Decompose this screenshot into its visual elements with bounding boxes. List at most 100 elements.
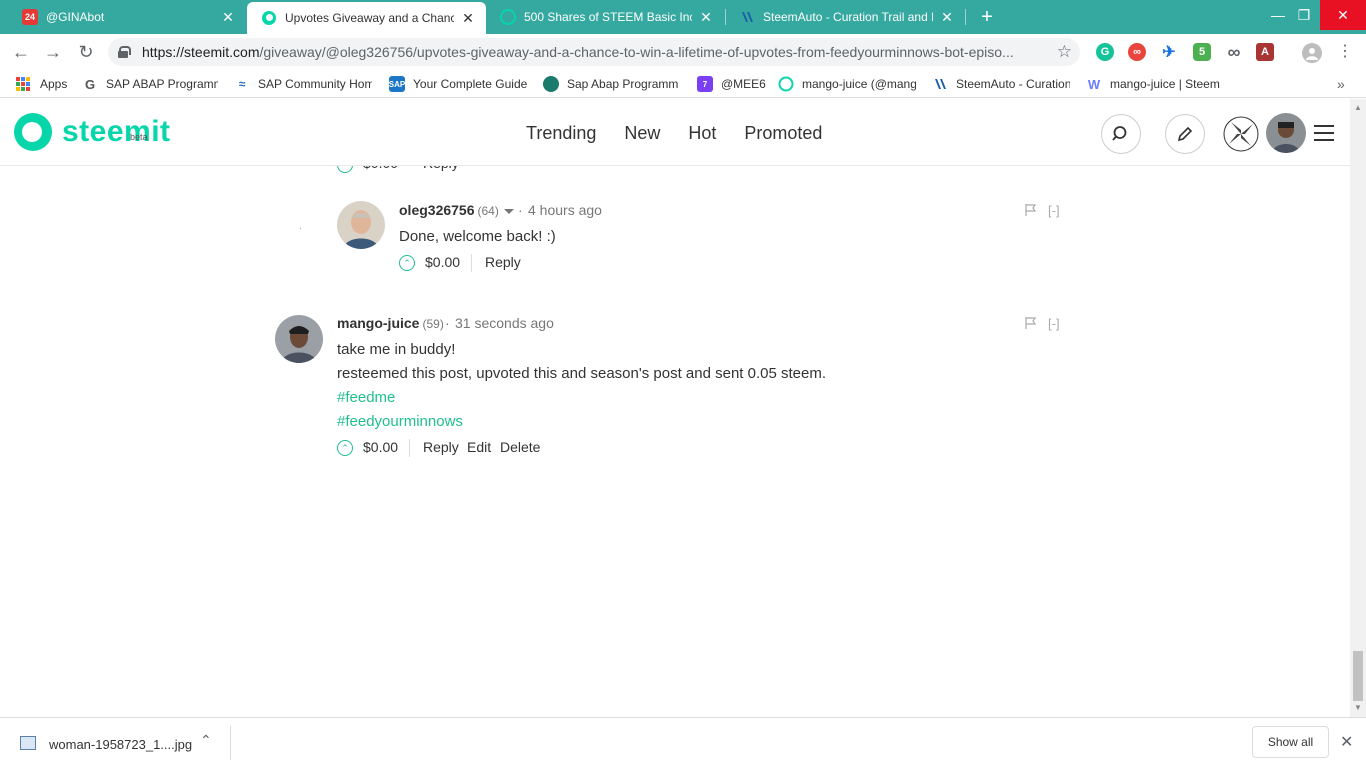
nav-new[interactable]: New (624, 123, 660, 144)
comment-avatar[interactable] (275, 315, 323, 363)
bookmark-label: SAP Community Hom (258, 77, 372, 91)
collapse-toggle[interactable]: [-] (1048, 203, 1060, 218)
tab-close-icon[interactable]: ✕ (460, 10, 476, 27)
browser-menu-icon[interactable]: ⋮ (1334, 41, 1356, 63)
image-file-icon (20, 736, 36, 750)
close-download-shelf-icon[interactable]: ✕ (1340, 732, 1353, 752)
flag-icon[interactable] (1025, 204, 1036, 216)
search-button[interactable] (1101, 114, 1141, 154)
tab-divider (965, 9, 966, 25)
bookmark-mee6[interactable]: 7 @MEE6 (697, 76, 766, 92)
comment-timestamp[interactable]: 31 seconds ago (455, 315, 554, 331)
delete-link[interactable]: Delete (500, 439, 540, 455)
bookmark-complete-guide[interactable]: SAP Your Complete Guide (389, 76, 527, 92)
sap-logo-icon: SAP (389, 76, 405, 92)
nav-promoted[interactable]: Promoted (744, 123, 822, 144)
bookmark-label: @MEE6 (721, 77, 766, 91)
logo-beta-label: beta (130, 132, 148, 142)
user-avatar[interactable] (1266, 113, 1306, 153)
upvote-icon[interactable]: ⌃ (399, 255, 415, 271)
steemit-favicon-icon (778, 76, 794, 92)
bookmark-apps[interactable]: Apps (16, 76, 67, 92)
bookmark-sap-abap[interactable]: G SAP ABAP Programm (82, 76, 218, 92)
wordpress-style-icon: W (1087, 76, 1101, 92)
comment-timestamp[interactable]: 4 hours ago (528, 202, 602, 218)
tab-close-icon[interactable]: ✕ (220, 9, 236, 26)
infinity-extension-icon[interactable]: ∞ (1128, 43, 1146, 61)
bookmark-label: Sap Abap Programm (567, 77, 679, 91)
shield-extension-icon[interactable]: 5 (1193, 43, 1211, 61)
bookmark-sap-community[interactable]: ≈ SAP Community Hom (234, 76, 372, 92)
edit-link[interactable]: Edit (467, 439, 491, 455)
page-scrollbar[interactable]: ▲ ▼ (1350, 99, 1366, 717)
tab-ginabot[interactable]: 24 @GINAbot ✕ (8, 0, 246, 34)
bookmark-mango-juice[interactable]: mango-juice (@mang (778, 76, 916, 92)
bookmark-steemauto[interactable]: SteemAuto - Curation (932, 76, 1070, 92)
nav-hot[interactable]: Hot (688, 123, 716, 144)
comment-body-line: resteemed this post, upvoted this and se… (337, 365, 826, 382)
browser-tab-strip: 24 @GINAbot ✕ Upvotes Giveaway and a Cha… (0, 0, 1366, 34)
chevron-up-icon[interactable]: ⌃ (200, 732, 212, 749)
bookmark-label: Apps (40, 77, 68, 91)
comment-author[interactable]: mango-juice (59) (337, 315, 444, 331)
hashtag-link[interactable]: #feedme (337, 389, 395, 406)
show-all-button[interactable]: Show all (1252, 726, 1329, 758)
comment-avatar[interactable] (337, 201, 385, 249)
close-window-button[interactable]: ✕ (1320, 0, 1366, 30)
write-post-button[interactable] (1165, 114, 1205, 154)
collapse-toggle[interactable]: [-] (1048, 316, 1060, 331)
tab-upvotes-giveaway[interactable]: Upvotes Giveaway and a Chance ✕ (247, 2, 486, 34)
steem-wallet-button[interactable] (1221, 114, 1261, 154)
flag-icon[interactable] (1025, 317, 1036, 329)
bookmark-mango-juice-steem[interactable]: W mango-juice | Steem (1086, 76, 1220, 92)
download-shelf: woman-1958723_1....jpg ⌃ Show all ✕ (0, 717, 1366, 768)
reply-link[interactable]: Reply (485, 254, 521, 270)
steemauto-favicon-icon (739, 9, 755, 25)
bookmark-label: Your Complete Guide (413, 77, 527, 91)
tab-close-icon[interactable]: ✕ (698, 9, 714, 26)
tab-close-icon[interactable]: ✕ (939, 9, 955, 26)
main-nav: Trending New Hot Promoted (526, 123, 822, 144)
menu-hamburger-icon[interactable] (1314, 125, 1334, 141)
back-button[interactable]: ← (10, 41, 32, 63)
forward-button[interactable]: → (42, 41, 64, 63)
calendar-favicon-icon: 24 (22, 9, 38, 25)
upvote-icon[interactable]: ⌃ (337, 440, 353, 456)
tab-500-shares[interactable]: 500 Shares of STEEM Basic Incon ✕ (486, 0, 724, 34)
download-divider (230, 726, 231, 760)
bookmark-star-icon[interactable]: ☆ (1057, 42, 1072, 62)
reply-link[interactable]: Reply (423, 439, 459, 455)
nav-trending[interactable]: Trending (526, 123, 596, 144)
tab-title: Upvotes Giveaway and a Chance (285, 11, 454, 25)
scroll-up-arrow-icon[interactable]: ▲ (1354, 103, 1362, 112)
reload-button[interactable]: ↻ (75, 41, 97, 63)
address-bar[interactable]: https://steemit.com/giveaway/@oleg326756… (108, 38, 1080, 66)
pdf-extension-icon[interactable]: A (1256, 43, 1274, 61)
loop-extension-icon[interactable]: ∞ (1225, 42, 1243, 62)
bookmark-label: mango-juice (@mang (802, 77, 916, 91)
download-file-name[interactable]: woman-1958723_1....jpg (49, 737, 192, 752)
plane-extension-icon[interactable]: ✈ (1160, 43, 1178, 61)
new-tab-button[interactable]: + (976, 6, 998, 28)
pencil-icon (1177, 126, 1193, 142)
bookmark-sap-abap-2[interactable]: Sap Abap Programm (543, 76, 681, 92)
mee6-icon: 7 (697, 76, 713, 92)
grammarly-icon[interactable]: G (1096, 43, 1114, 61)
comment-payout[interactable]: $0.00 (363, 439, 398, 455)
author-reputation: (64) (477, 204, 499, 218)
author-dropdown-chevron-icon[interactable] (503, 208, 514, 214)
hashtag-link[interactable]: #feedyourminnows (337, 413, 463, 430)
comment-payout[interactable]: $0.00 (425, 254, 460, 270)
meta-separator: · (518, 202, 523, 218)
scrollbar-thumb[interactable] (1353, 651, 1363, 701)
tab-title: @GINAbot (46, 10, 105, 24)
profile-avatar-icon[interactable] (1302, 43, 1322, 63)
restore-window-button[interactable]: ❐ (1289, 0, 1319, 30)
bookmarks-overflow-button[interactable]: » (1337, 76, 1345, 92)
apps-grid-icon (16, 77, 30, 91)
scroll-down-arrow-icon[interactable]: ▼ (1354, 703, 1362, 712)
url-text[interactable]: https://steemit.com/giveaway/@oleg326756… (142, 44, 1042, 60)
comment-author[interactable]: oleg326756 (64) (399, 202, 514, 218)
browser-toolbar: ← → ↻ https://steemit.com/giveaway/@oleg… (0, 34, 1366, 70)
tab-steemauto[interactable]: SteemAuto - Curation Trail and F ✕ (725, 0, 965, 34)
